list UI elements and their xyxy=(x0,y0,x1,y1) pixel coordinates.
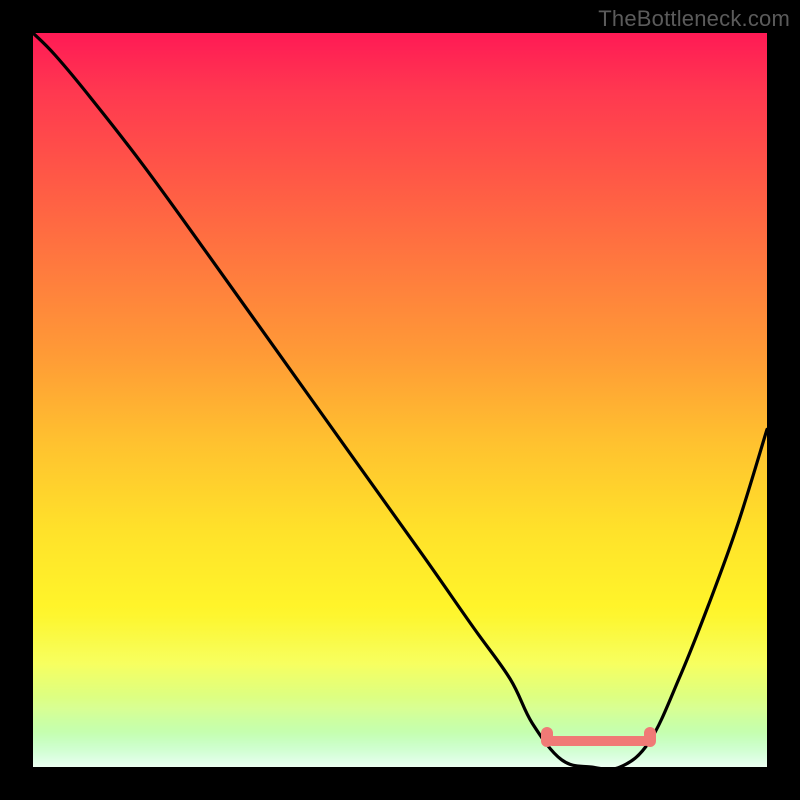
attribution-text: TheBottleneck.com xyxy=(598,6,790,32)
plot-area xyxy=(33,33,767,767)
marker-flat xyxy=(547,736,650,746)
marker-bead-right xyxy=(644,727,656,747)
bottleneck-curve xyxy=(33,33,767,767)
